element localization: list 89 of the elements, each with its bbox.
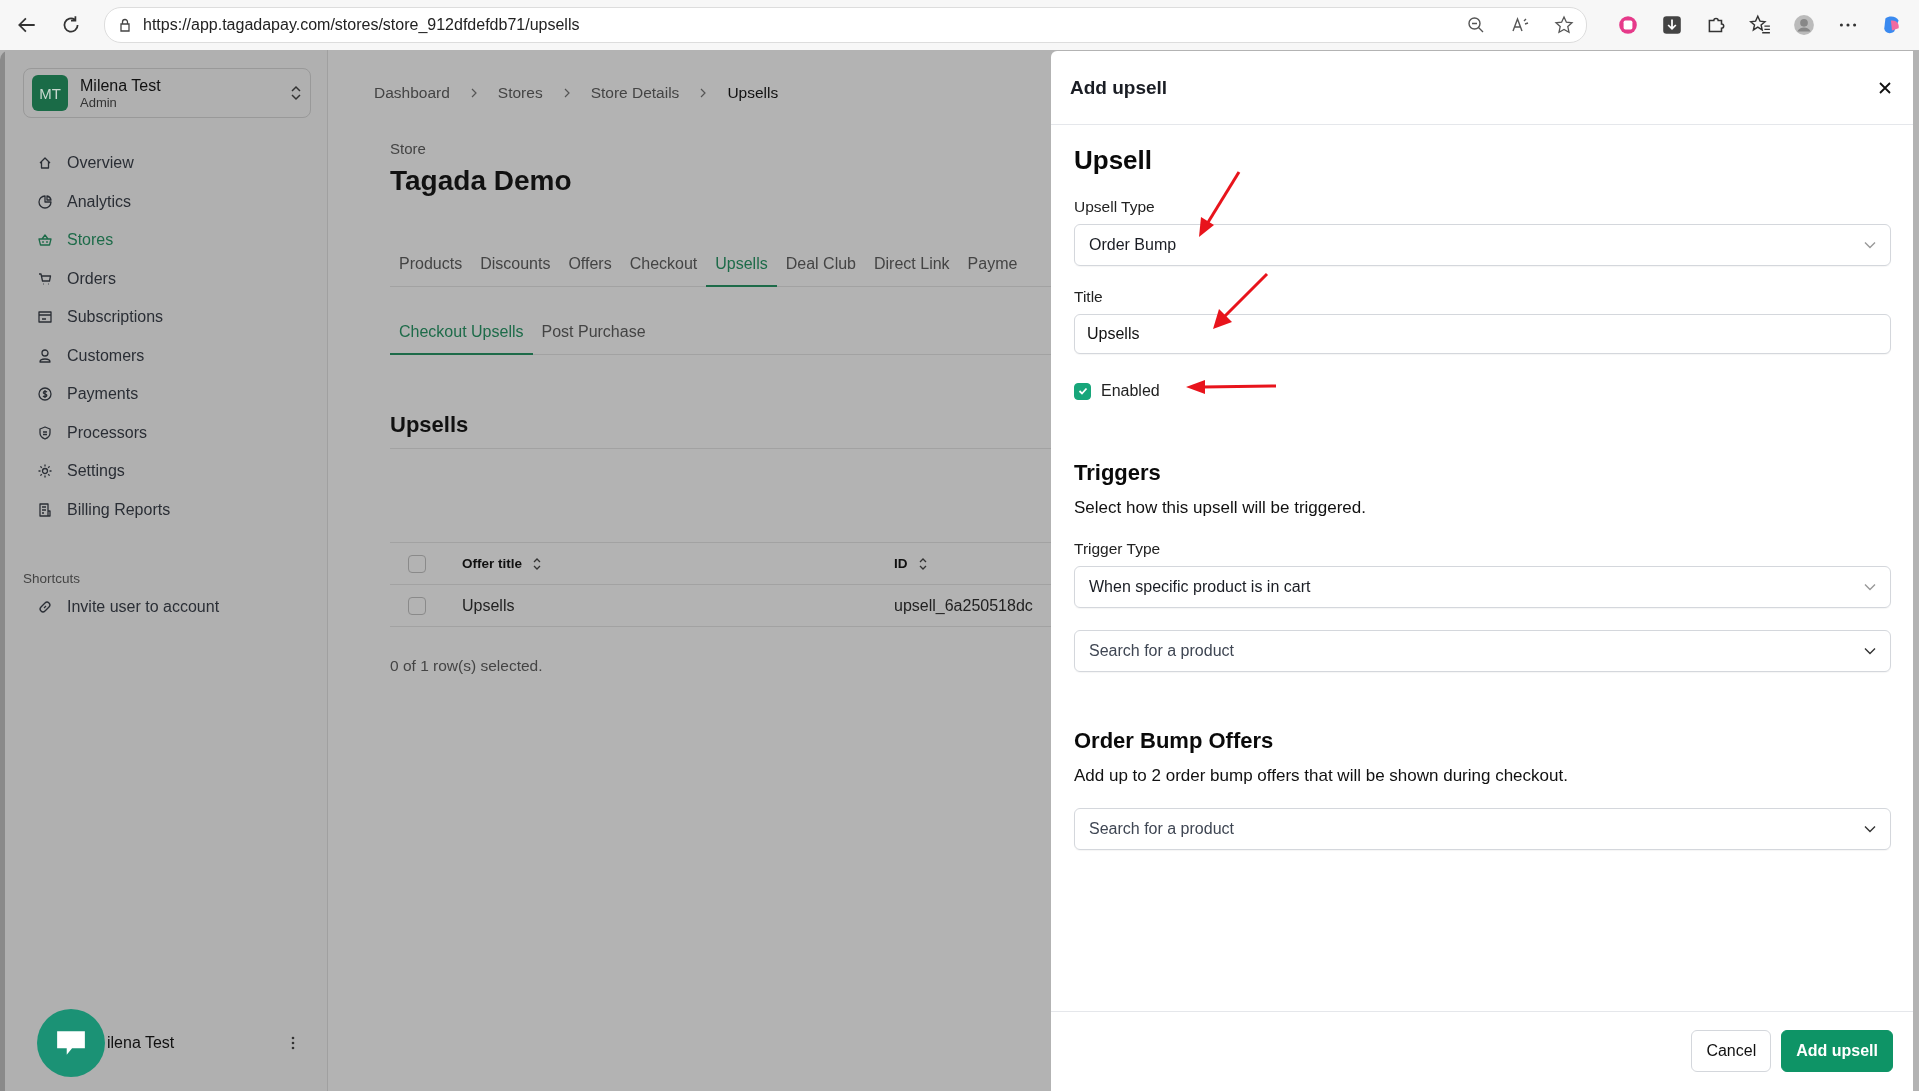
title-input[interactable]: Upsells <box>1074 314 1891 354</box>
profile-avatar-icon[interactable] <box>1793 14 1815 36</box>
enabled-checkbox[interactable] <box>1074 382 1091 400</box>
selection-count: 0 of 1 row(s) selected. <box>390 657 544 675</box>
url-text: https://app.tagadapay.com/stores/store_912dfdefdb71/upsells <box>143 16 580 34</box>
account-role: Admin <box>80 94 118 110</box>
sort-icon[interactable] <box>917 556 928 571</box>
tab[interactable]: Checkout <box>620 245 707 287</box>
basket-icon <box>37 232 53 249</box>
user-name: ilena Test <box>107 1034 176 1052</box>
zoom-out-icon[interactable] <box>1466 15 1486 35</box>
breadcrumb-link[interactable]: Upsells <box>727 84 779 102</box>
nav-item[interactable]: Billing Reports <box>23 490 311 529</box>
section-heading: Triggers <box>1074 460 1162 486</box>
breadcrumb-link[interactable]: Stores <box>497 84 543 102</box>
shield-icon <box>37 424 53 441</box>
chevron-right-icon <box>469 87 478 99</box>
nav-item[interactable]: Orders <box>23 259 311 298</box>
report-icon <box>37 501 53 518</box>
subtab[interactable]: Post Purchase <box>532 311 655 355</box>
shortcuts-heading: Shortcuts <box>23 571 82 586</box>
chevron-down-icon <box>1864 825 1876 833</box>
section-heading: Order Bump Offers <box>1074 728 1275 754</box>
card-icon <box>37 309 53 326</box>
dropdown-field[interactable]: Search for a product <box>1074 808 1891 850</box>
close-icon[interactable] <box>1877 79 1893 96</box>
avatar-initials: MT <box>32 75 68 111</box>
checkbox-label: Enabled <box>1101 382 1160 400</box>
chevron-down-icon <box>1864 647 1876 655</box>
breadcrumb-link[interactable]: Store Details <box>590 84 680 102</box>
select-all-checkbox[interactable] <box>408 554 426 573</box>
favorites-icon[interactable] <box>1749 14 1771 36</box>
shortcut-link[interactable]: Invite user to account <box>23 588 311 627</box>
tab[interactable]: Products <box>390 245 472 287</box>
dropdown-field[interactable]: Search for a product <box>1074 630 1891 672</box>
dropdown-field[interactable]: When specific product is in cart <box>1074 566 1891 608</box>
chat-icon <box>55 1029 87 1057</box>
chevron-down-icon <box>1864 583 1876 591</box>
extension-icon[interactable] <box>1617 14 1639 36</box>
section-description: Select how this upsell will be triggered. <box>1074 498 1367 518</box>
download-icon[interactable] <box>1661 14 1683 36</box>
user-icon <box>37 347 53 364</box>
chevron-right-icon <box>562 87 571 99</box>
breadcrumb-link[interactable]: Dashboard <box>374 84 450 102</box>
table-cell: upsell_6a250518dc <box>894 596 1033 615</box>
gear-icon <box>37 463 53 480</box>
drawer-title: Add upsell <box>1070 76 1169 99</box>
tab[interactable]: Payme <box>958 245 1027 287</box>
chevron-right-icon <box>699 87 708 99</box>
column-header[interactable]: Offer title <box>462 556 522 571</box>
chevron-up-down-icon <box>290 84 302 102</box>
chevron-down-icon <box>1864 241 1876 249</box>
star-icon[interactable] <box>1554 15 1574 35</box>
nav-item[interactable]: Processors <box>23 413 311 452</box>
pie-icon <box>37 193 53 210</box>
nav-item[interactable]: Customers <box>23 336 311 375</box>
column-header[interactable]: ID <box>894 556 908 571</box>
store-label: Store <box>390 140 427 157</box>
tab[interactable]: Discounts <box>471 245 560 287</box>
field-label: Upsell Type <box>1074 198 1156 216</box>
tab[interactable]: Deal Club <box>776 245 865 287</box>
lock-icon[interactable] <box>117 17 133 33</box>
nav-item[interactable]: Overview <box>23 144 311 183</box>
sort-icon[interactable] <box>532 556 542 571</box>
add-upsell-button[interactable]: Add upsell <box>1781 1030 1893 1072</box>
field-label: Title <box>1074 288 1104 306</box>
cancel-button[interactable]: Cancel <box>1691 1030 1772 1072</box>
more-vertical-icon[interactable] <box>291 1035 295 1051</box>
section-description: Add up to 2 order bump offers that will be shown during checkout. <box>1074 766 1569 786</box>
account-switcher[interactable]: MT Milena Test Admin <box>23 68 311 118</box>
tab[interactable]: Offers <box>559 245 621 287</box>
tab[interactable]: Direct Link <box>865 245 959 287</box>
nav-item[interactable]: Payments <box>23 375 311 414</box>
home-icon <box>37 155 53 172</box>
field-label: Trigger Type <box>1074 540 1162 558</box>
nav-item[interactable]: Analytics <box>23 182 311 221</box>
nav-item[interactable]: Settings <box>23 452 311 491</box>
cart-icon <box>37 270 53 287</box>
link-icon <box>37 599 53 616</box>
check-icon <box>1076 385 1089 397</box>
dropdown-field[interactable]: Order Bump <box>1074 224 1891 266</box>
account-name: Milena Test <box>80 76 162 95</box>
row-checkbox[interactable] <box>408 596 426 615</box>
address-bar[interactable]: https://app.tagadapay.com/stores/store_912dfdefdb71/upsells <box>104 7 1587 43</box>
store-name: Tagada Demo <box>390 165 573 197</box>
section-heading: Upsell <box>1074 145 1154 176</box>
table-cell: Upsells <box>462 596 515 615</box>
nav-item[interactable]: Subscriptions <box>23 298 311 337</box>
dollar-icon <box>37 386 53 403</box>
